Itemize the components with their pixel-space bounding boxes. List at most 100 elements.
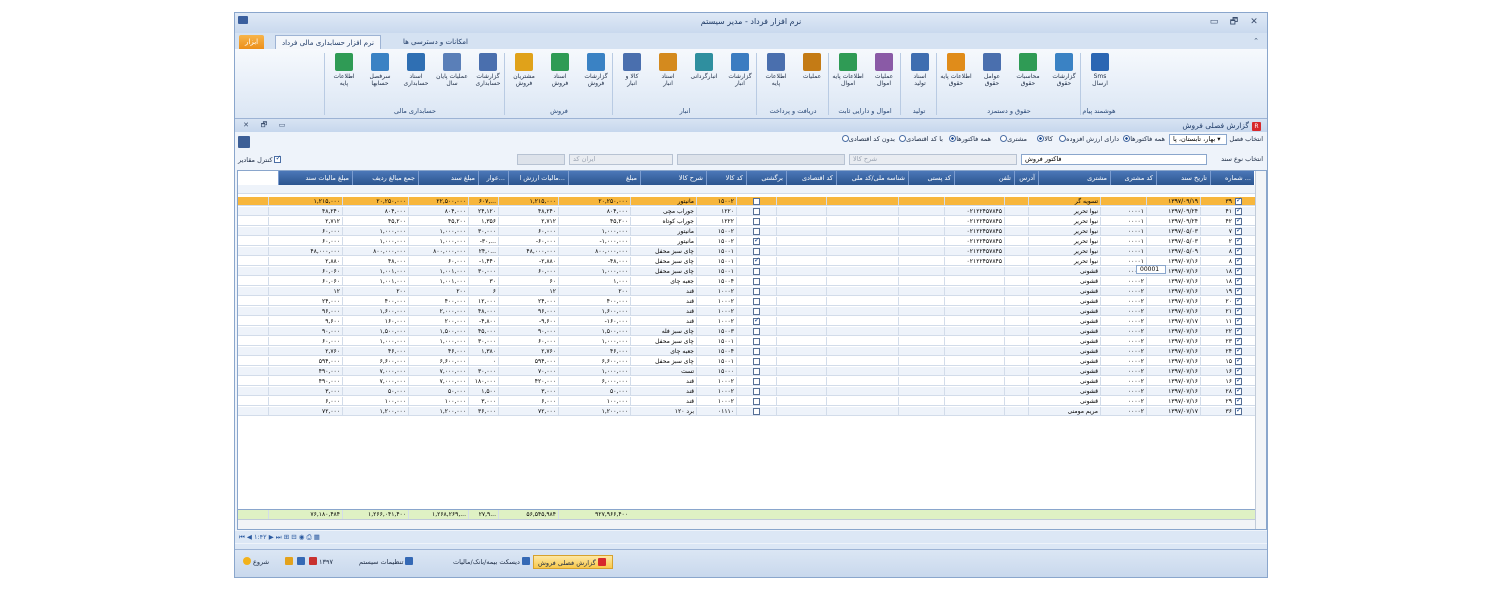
table-row[interactable]: ۲۴۱۳۹۷/۰۷/۱۶۰۰۰۰۲قشونی۱۵۰۰۴جعبه چای۴۶,۰۰…	[238, 347, 1256, 356]
return-checkbox[interactable]	[736, 227, 776, 236]
table-row[interactable]: ۲۳۱۳۹۷/۰۷/۱۶۰۰۰۰۲قشونی۱۵۰۰۱چای سبز محفل۱…	[238, 337, 1256, 346]
return-checkbox[interactable]	[736, 217, 776, 226]
nav-controls[interactable]: ⏮ ◀ ۱:۴۲ ▶ ⏭ ⊞ ⊟ ◉ ⎙ ▦	[239, 533, 320, 542]
ribbon-button-5[interactable]: اطلاعات پایه حقوق	[939, 52, 973, 104]
table-row[interactable]: ۲۱۱۳۹۷/۰۷/۱۶۰۰۰۰۲قشونی۱۰۰۰۲قند۱,۶۰۰,۰۰۰۹…	[238, 307, 1256, 316]
return-checkbox[interactable]	[736, 247, 776, 256]
table-row[interactable]: ۷۱۳۹۷/۰۵/۰۳۰۰۰۰۱نیوا تحریر ۰۲۱۲۲۴۵۷۸۴۵ ۱۵۰…	[238, 227, 1256, 236]
return-checkbox[interactable]	[736, 377, 776, 386]
ribbon-button-8[interactable]: اطلاعات پایه اموال	[831, 52, 865, 104]
return-checkbox[interactable]	[736, 367, 776, 376]
goods-desc-input[interactable]: شرح کالا	[849, 154, 1017, 165]
row-select-checkbox[interactable]	[1235, 307, 1242, 315]
opt-all-invoices-2[interactable]: همه فاکتورها	[947, 135, 991, 143]
column-header-rowsum[interactable]: جمع مبالغ ردیف	[352, 171, 418, 185]
column-header-cust[interactable]: مشتری	[1038, 171, 1110, 185]
row-select-checkbox[interactable]	[1235, 267, 1242, 275]
table-row[interactable]: ۲۲۱۳۹۷/۰۷/۱۶۰۰۰۰۲قشونی۱۵۰۰۳چای سبز فله۱,…	[238, 327, 1256, 336]
taskbar-settings[interactable]: تنظیمات سیستم	[355, 555, 419, 569]
table-row[interactable]: ۲۰۱۳۹۷/۰۷/۱۶۰۰۰۰۲قشونی۱۰۰۰۲قند۴۰۰,۰۰۰۲۴,…	[238, 297, 1256, 306]
column-header-gcode[interactable]: کد کالا	[706, 171, 746, 185]
ribbon-button-10[interactable]: اطلاعات پایه	[759, 52, 793, 104]
row-select-checkbox[interactable]	[1235, 197, 1242, 205]
ribbon-button-9[interactable]: عملیات	[795, 52, 829, 104]
row-select-checkbox[interactable]	[1235, 257, 1242, 265]
return-checkbox[interactable]	[736, 267, 776, 276]
ribbon-button-11[interactable]: گزارشات انبار	[723, 52, 757, 104]
ribbon-button-17[interactable]: مشتریان فروش	[507, 52, 541, 104]
ribbon-button-15[interactable]: گزارشات فروش	[579, 52, 613, 104]
table-row[interactable]: ۱۱۱۳۹۷/۰۷/۱۷۰۰۰۰۲قشونی ۱۰۰۰۲قند-۱۶۰,۰۰۰-۹…	[238, 317, 1256, 326]
return-checkbox[interactable]	[736, 397, 776, 406]
table-row[interactable]: ۸۱۳۹۷/۰۵/۰۹۰۰۰۰۱نیوا تحریر ۰۲۱۲۲۴۵۷۸۴۵ ۱۵۰…	[238, 247, 1256, 256]
column-header-nid[interactable]: شناسه ملی/کد ملی	[836, 171, 908, 185]
iran-code-input[interactable]: ایران کد	[569, 154, 673, 165]
start-button[interactable]: شروع	[237, 555, 273, 569]
row-select-checkbox[interactable]	[1235, 317, 1242, 325]
tab-tools[interactable]: ابزار	[239, 35, 265, 49]
table-row[interactable]: ۲۹۱۳۹۷/۰۷/۱۶۰۰۰۰۲قشونی۱۰۰۰۲قند۱۰۰,۰۰۰۶,۰…	[238, 397, 1256, 406]
table-row[interactable]: ۴۱۱۳۹۷/۰۹/۲۴۰۰۰۰۱نیوا تحریر ۰۲۱۲۲۴۵۷۸۴۵ ۱۲…	[238, 207, 1256, 216]
row-select-checkbox[interactable]	[1235, 237, 1242, 245]
opt-vat[interactable]: دارای ارزش افزوده	[1057, 135, 1119, 143]
ribbon-button-14[interactable]: کالا و انبار	[615, 52, 649, 104]
table-row[interactable]: ۲۱۳۹۷/۰۵/۰۳۰۰۰۰۱نیوا تحریر ۰۲۱۲۲۴۵۷۸۴۵ ۱۵۰…	[238, 237, 1256, 246]
horizontal-scrollbar[interactable]	[238, 519, 1256, 529]
opt-all-invoices[interactable]: همه فاکتورها	[1121, 135, 1165, 143]
column-header-econ[interactable]: کد اقتصادی	[786, 171, 836, 185]
row-select-checkbox[interactable]	[1235, 397, 1242, 405]
minimize-icon[interactable]: ▭	[1207, 16, 1221, 28]
ribbon-button-12[interactable]: انبارگردانی	[687, 52, 721, 104]
row-select-checkbox[interactable]	[1235, 347, 1242, 355]
table-row[interactable]: ۳۹۱۳۹۷/۰۹/۱۹تسویه گر۱۵۰۰۲مانیتور۲۰,۲۵۰,۰…	[238, 197, 1256, 206]
row-select-checkbox[interactable]	[1235, 277, 1242, 285]
column-header-gdesc[interactable]: شرح کالا	[640, 171, 706, 185]
save-icon[interactable]	[238, 136, 250, 148]
doc-type-select[interactable]: فاکتور فروش	[1021, 154, 1207, 165]
table-row[interactable]: ۴۲۱۳۹۷/۰۹/۲۴۰۰۰۰۱نیوا تحریر ۰۲۱۲۲۴۵۷۸۴۵ ۱۲…	[238, 217, 1256, 226]
row-select-checkbox[interactable]	[1235, 387, 1242, 395]
table-row[interactable]: ۸۱۳۹۷/۰۷/۱۶۰۰۰۰۱نیوا تحریر۰۲۱۲۲۴۵۷۸۴۵۱۵۰…	[238, 257, 1256, 266]
table-row[interactable]: ۲۸۱۳۹۷/۰۷/۱۶۰۰۰۰۲قشونی۱۰۰۰۲قند۵۰,۰۰۰۳,۰۰…	[238, 387, 1256, 396]
taskbar-report[interactable]: گزارش فصلی فروش	[533, 555, 613, 569]
row-select-checkbox[interactable]	[1235, 337, 1242, 345]
child-close-icon[interactable]: ✕	[239, 119, 253, 131]
ribbon-button-19[interactable]: عملیات پایان سال	[435, 52, 469, 104]
row-select-checkbox[interactable]	[1235, 287, 1242, 295]
ribbon-button-4[interactable]: عوامل حقوق	[975, 52, 1009, 104]
opt-customer[interactable]: مشتری	[998, 135, 1027, 143]
row-select-checkbox[interactable]	[1235, 357, 1242, 365]
table-row[interactable]: ۱۵۱۳۹۷/۰۷/۱۶۰۰۰۰۲قشونی۱۵۰۰۱چای سبز محفل۶…	[238, 357, 1256, 366]
column-header-ret[interactable]: برگشتی	[746, 171, 786, 185]
opt-without-econ[interactable]: بدون کد اقتصادی	[840, 135, 895, 143]
return-checkbox[interactable]	[736, 307, 776, 316]
season-select[interactable]: بهار، تابستان، پا ▾	[1169, 134, 1227, 145]
ribbon-button-22[interactable]: اطلاعات پایه	[327, 52, 361, 104]
control-amounts-checkbox[interactable]: کنترل مقادیر	[238, 154, 282, 164]
column-header-fee[interactable]: عوار...	[478, 171, 508, 185]
ribbon-button-7[interactable]: عملیات اموال	[867, 52, 901, 104]
row-select-checkbox[interactable]	[1235, 377, 1242, 385]
column-header-doctax[interactable]: مبلغ مالیات سند	[278, 171, 352, 185]
collapse-ribbon-icon[interactable]: ⌃	[1249, 35, 1263, 47]
row-select-checkbox[interactable]	[1235, 217, 1242, 225]
row-select-checkbox[interactable]	[1235, 297, 1242, 305]
ribbon-button-3[interactable]: محاسبات حقوق	[1011, 52, 1045, 104]
table-row[interactable]: ۱۸۱۳۹۷/۰۷/۱۶۰۰۰۰۱قشونی۱۵۰۰۱چای سبز محفل۱…	[238, 267, 1256, 276]
ribbon-button-18[interactable]: گزارشات حسابداری	[471, 52, 505, 104]
column-header-date[interactable]: تاریخ سند	[1156, 171, 1210, 185]
return-checkbox[interactable]	[736, 207, 776, 216]
ribbon-button-16[interactable]: اسناد فروش	[543, 52, 577, 104]
return-checkbox[interactable]	[736, 337, 776, 346]
return-checkbox[interactable]	[736, 277, 776, 286]
ribbon-button-20[interactable]: اسناد حسابداری	[399, 52, 433, 104]
column-header-amt[interactable]: مبلغ	[568, 171, 640, 185]
ribbon-button-1[interactable]: Sms ارسال	[1083, 52, 1117, 104]
return-checkbox[interactable]	[736, 197, 776, 206]
opt-with-econ[interactable]: با کد اقتصادی	[897, 135, 943, 143]
taskbar-year[interactable]: ۱۳۹۷	[279, 555, 337, 569]
table-row[interactable]: ۳۶۱۳۹۷/۰۷/۱۷۰۰۰۰۲مریم مومنی۰۱۱۱۰برد ۱۲۰۱…	[238, 407, 1256, 416]
return-checkbox[interactable]	[736, 287, 776, 296]
column-header-tel[interactable]: تلفن	[954, 171, 1014, 185]
tab-access[interactable]: امکانات و دسترسی ها	[397, 35, 474, 49]
